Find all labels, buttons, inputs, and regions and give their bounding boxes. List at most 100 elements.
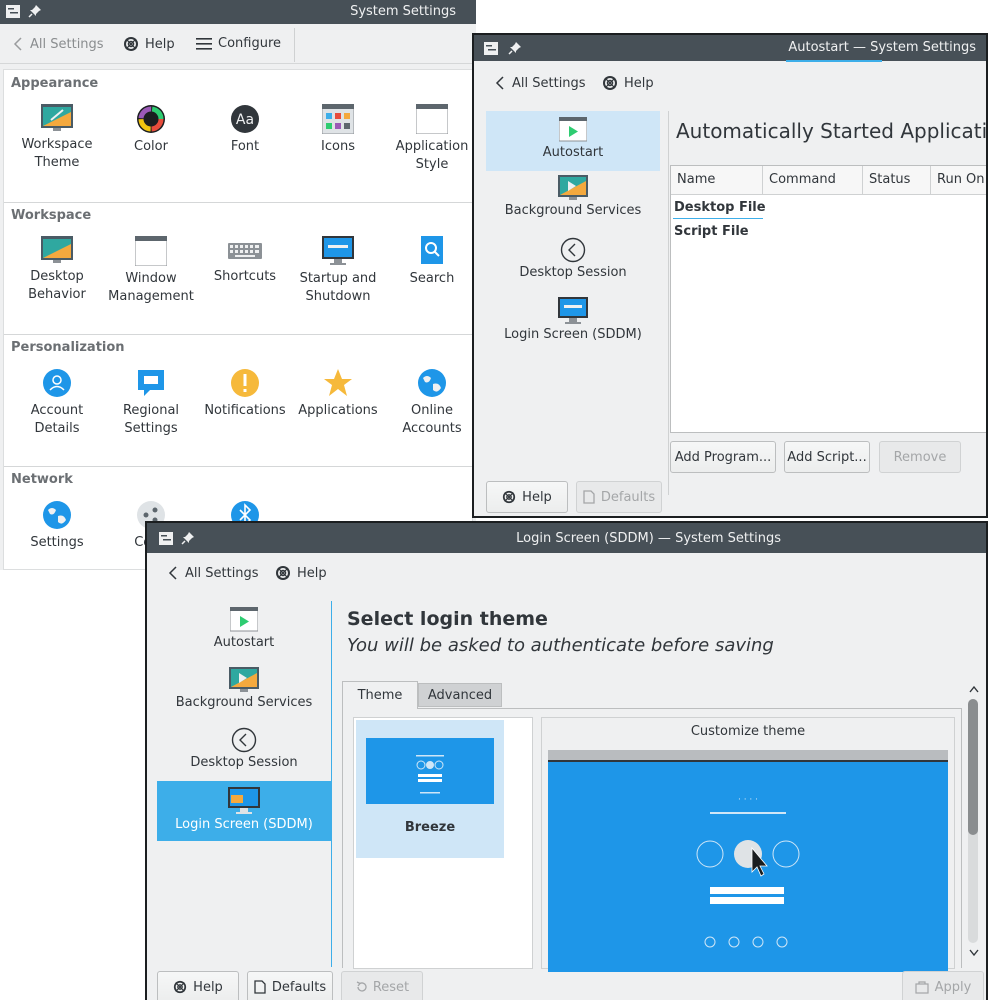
sidebar-item-background-services[interactable]: Background Services bbox=[157, 667, 331, 723]
grid-item-startup-shutdown[interactable]: Startup and Shutdown bbox=[291, 236, 385, 306]
desktop-session-icon bbox=[231, 727, 257, 753]
table-group-row[interactable]: Desktop File bbox=[674, 200, 766, 215]
sidebar-item-label: Autostart bbox=[542, 145, 604, 160]
all-settings-label: All Settings bbox=[512, 75, 586, 91]
reset-button[interactable]: Reset bbox=[341, 971, 423, 1000]
all-settings-label: All Settings bbox=[185, 565, 259, 581]
grid-item-workspace-theme[interactable]: Workspace Theme bbox=[10, 104, 104, 172]
star-icon bbox=[324, 369, 352, 396]
page-heading: Select login theme bbox=[347, 608, 548, 630]
pin-icon[interactable] bbox=[508, 41, 522, 55]
grid-item-notifications[interactable]: Notifications bbox=[198, 368, 292, 420]
grid-item-application-style[interactable]: Application Style bbox=[385, 104, 476, 174]
remove-button[interactable]: Remove bbox=[879, 441, 961, 473]
help-footer-button[interactable]: Help bbox=[486, 481, 568, 513]
add-program-label: Add Program... bbox=[674, 449, 772, 465]
back-arrow-icon bbox=[168, 566, 177, 580]
grid-item-icons[interactable]: Icons bbox=[291, 104, 385, 156]
column-header-name[interactable]: Name bbox=[677, 172, 715, 187]
tab-theme-label: Theme bbox=[357, 688, 403, 703]
column-header-status[interactable]: Status bbox=[869, 172, 910, 187]
window-title: Login Screen (SDDM) — System Settings bbox=[516, 531, 781, 546]
grid-item-desktop-behavior[interactable]: Desktop Behavior bbox=[10, 236, 104, 304]
sidebar-item-autostart[interactable]: Autostart bbox=[486, 111, 660, 171]
sidebar-item-background-services[interactable]: Background Services bbox=[486, 175, 660, 231]
svg-text:· · · ·: · · · · bbox=[738, 795, 758, 805]
grid-item-window-management[interactable]: Window Management bbox=[104, 236, 198, 306]
customize-theme-label: Customize theme bbox=[690, 724, 806, 739]
sidebar-item-autostart[interactable]: Autostart bbox=[157, 607, 331, 663]
background-services-icon bbox=[229, 667, 259, 692]
customize-panel: Customize theme · · · · bbox=[541, 717, 955, 972]
preview-top-bar bbox=[548, 750, 948, 762]
tab-advanced[interactable]: Advanced bbox=[418, 683, 502, 707]
sidebar-item-login-screen[interactable]: Login Screen (SDDM) bbox=[157, 781, 331, 841]
grid-item-regional-settings[interactable]: Regional Settings bbox=[104, 368, 198, 438]
pin-icon[interactable] bbox=[28, 4, 42, 18]
grid-item-label: Notifications bbox=[204, 403, 286, 418]
grid-item-applications[interactable]: Applications bbox=[291, 368, 385, 420]
grid-item-search[interactable]: Search bbox=[385, 236, 476, 288]
defaults-label: Defaults bbox=[600, 489, 656, 505]
grid-item-font[interactable]: Aa Font bbox=[198, 104, 292, 156]
apply-button[interactable]: Apply bbox=[902, 971, 984, 1000]
sddm-titlebar[interactable]: Login Screen (SDDM) — System Settings bbox=[147, 523, 986, 553]
add-script-button[interactable]: Add Script... bbox=[784, 441, 870, 473]
defaults-button[interactable]: Defaults bbox=[247, 971, 333, 1000]
grid-item-label: Application Style bbox=[395, 139, 469, 172]
login-screen-icon bbox=[228, 787, 260, 814]
defaults-icon bbox=[254, 980, 266, 994]
pin-icon[interactable] bbox=[181, 531, 195, 545]
add-program-button[interactable]: Add Program... bbox=[670, 441, 776, 473]
notification-icon bbox=[231, 369, 259, 397]
grid-item-color[interactable]: Color bbox=[104, 104, 198, 156]
scroll-up-arrow[interactable] bbox=[967, 683, 981, 695]
theme-item-breeze[interactable]: Breeze bbox=[356, 720, 504, 858]
desktop-behavior-icon bbox=[41, 236, 73, 263]
scrollbar-thumb[interactable] bbox=[968, 699, 978, 835]
sidebar-item-desktop-session[interactable]: Desktop Session bbox=[157, 727, 331, 783]
sidebar-item-login-screen[interactable]: Login Screen (SDDM) bbox=[486, 297, 660, 353]
help-button[interactable]: Help bbox=[602, 75, 654, 91]
sidebar-item-label: Background Services bbox=[175, 695, 313, 710]
column-header-command[interactable]: Command bbox=[769, 172, 836, 187]
grid-item-account-details[interactable]: Account Details bbox=[10, 368, 104, 438]
help-label: Help bbox=[297, 565, 327, 581]
main-settings-window: System Settings All Settings Help Config… bbox=[0, 0, 476, 570]
help-button[interactable]: Help bbox=[275, 565, 327, 581]
settings-window-icon bbox=[484, 42, 498, 55]
column-header-run-on[interactable]: Run On bbox=[937, 172, 985, 187]
group-underline bbox=[673, 218, 763, 219]
sidebar-item-label: Background Services bbox=[504, 203, 642, 218]
search-icon bbox=[421, 236, 443, 264]
login-screen-icon bbox=[558, 297, 588, 324]
remove-label: Remove bbox=[893, 449, 947, 465]
defaults-button[interactable]: Defaults bbox=[576, 481, 662, 513]
svg-text:Aa: Aa bbox=[236, 112, 254, 128]
autostart-titlebar[interactable]: Autostart — System Settings bbox=[474, 35, 986, 62]
icons-icon bbox=[322, 104, 354, 134]
help-label: Help bbox=[624, 75, 654, 91]
section-divider bbox=[4, 466, 472, 467]
apply-icon bbox=[915, 981, 929, 994]
sidebar-item-label: Desktop Session bbox=[190, 755, 298, 770]
help-icon bbox=[124, 37, 138, 51]
table-group-row[interactable]: Script File bbox=[674, 224, 749, 239]
all-settings-label: All Settings bbox=[30, 36, 104, 52]
configure-button[interactable]: Configure bbox=[196, 36, 281, 51]
main-titlebar[interactable]: System Settings bbox=[0, 0, 476, 24]
grid-item-shortcuts[interactable]: Shortcuts bbox=[198, 236, 292, 286]
all-settings-button[interactable]: All Settings bbox=[494, 75, 586, 91]
configure-label: Configure bbox=[218, 36, 282, 51]
toolbar-bottom-line bbox=[0, 63, 476, 64]
all-settings-button[interactable]: All Settings bbox=[167, 565, 259, 581]
table-header: Name Command Status Run On bbox=[671, 166, 986, 195]
scroll-down-arrow[interactable] bbox=[967, 947, 981, 959]
help-button[interactable]: Help bbox=[123, 36, 175, 52]
grid-item-online-accounts[interactable]: Online Accounts bbox=[385, 368, 476, 438]
sidebar-item-desktop-session[interactable]: Desktop Session bbox=[486, 237, 660, 293]
tab-theme[interactable]: Theme bbox=[342, 681, 418, 709]
help-footer-button[interactable]: Help bbox=[157, 971, 239, 1000]
all-settings-button[interactable]: All Settings bbox=[12, 36, 104, 52]
grid-item-network-settings[interactable]: Settings bbox=[10, 500, 104, 552]
